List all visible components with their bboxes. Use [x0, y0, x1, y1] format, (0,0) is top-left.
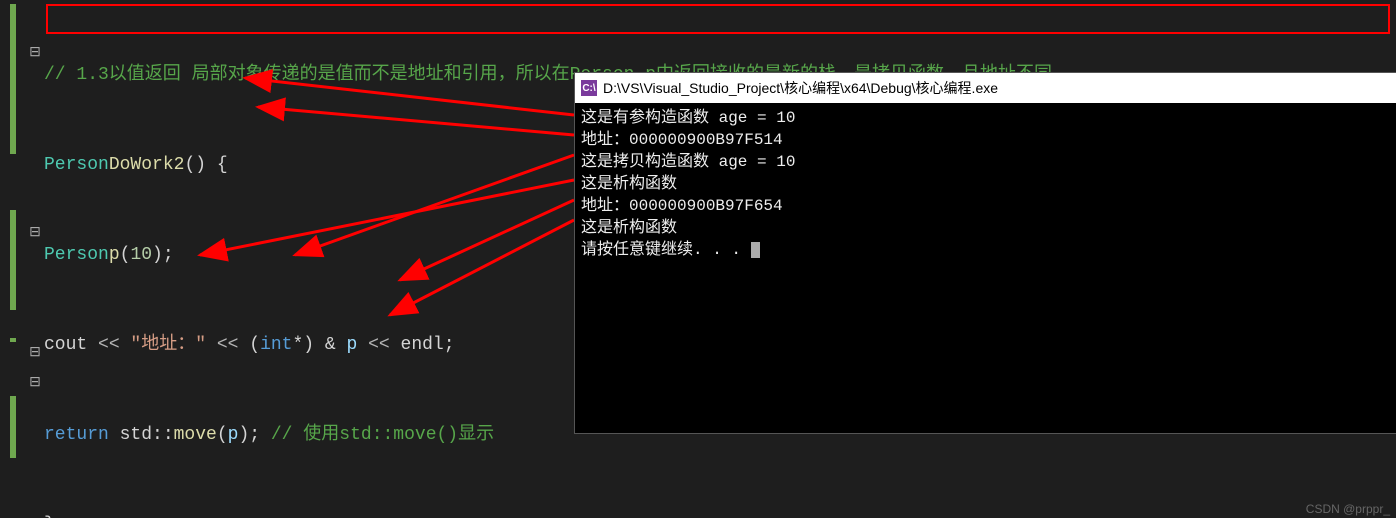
gutter-marker	[10, 396, 16, 458]
console-cursor	[751, 242, 760, 258]
console-output: 这是有参构造函数 age = 10 地址：000000900B97F514 这是…	[575, 103, 1396, 265]
fold-toggle[interactable]: ⊟	[28, 218, 42, 248]
code-line[interactable]: }	[44, 510, 1052, 518]
console-title: D:\VS\Visual_Studio_Project\核心编程\x64\Deb…	[603, 78, 998, 98]
watermark: CSDN @prppr_	[1306, 502, 1390, 516]
fold-toggle[interactable]: ⊟	[28, 338, 42, 368]
console-app-icon: C:\	[581, 80, 597, 96]
gutter-marker	[10, 338, 16, 342]
console-window[interactable]: C:\ D:\VS\Visual_Studio_Project\核心编程\x64…	[574, 72, 1396, 434]
fold-toggle[interactable]: ⊟	[28, 368, 42, 398]
console-titlebar[interactable]: C:\ D:\VS\Visual_Studio_Project\核心编程\x64…	[575, 73, 1396, 103]
gutter-marker	[10, 4, 16, 154]
fold-toggle[interactable]: ⊟	[28, 38, 42, 68]
gutter-marker	[10, 210, 16, 310]
